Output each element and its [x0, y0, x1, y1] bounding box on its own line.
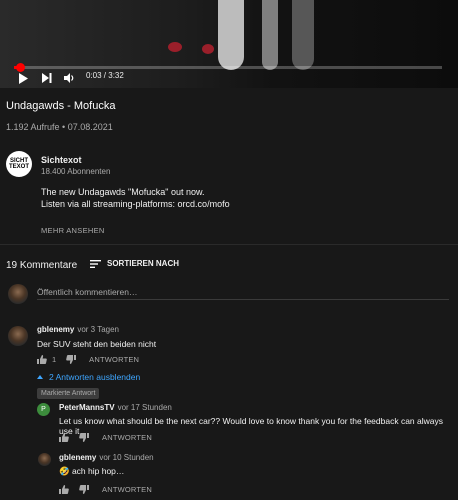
reply-timestamp[interactable]: vor 10 Stunden: [99, 453, 153, 462]
comment-author-line: gblenemy vor 3 Tagen: [37, 325, 119, 334]
video-frame-shape: [292, 0, 314, 70]
comment-count: 19 Kommentare: [6, 260, 78, 271]
next-icon: [42, 73, 52, 83]
progress-scrubber[interactable]: [16, 63, 26, 72]
like-count: 1: [52, 355, 57, 364]
reply-button[interactable]: ANTWORTEN: [102, 433, 152, 442]
progress-bar[interactable]: [14, 63, 442, 72]
thumbs-up-icon: [59, 433, 69, 442]
reply-actions: ANTWORTEN: [59, 485, 152, 494]
comment-avatar[interactable]: [8, 326, 28, 346]
reply-author-line: PeterMannsTV vor 17 Stunden: [59, 403, 172, 412]
dislike-button[interactable]: [66, 355, 77, 364]
user-avatar: [8, 284, 28, 304]
comment-input[interactable]: Öffentlich kommentieren…: [37, 287, 137, 297]
volume-icon: [64, 73, 74, 83]
time-display: 0:03 / 3:32: [86, 71, 124, 80]
like-button[interactable]: [59, 485, 69, 494]
thumbs-up-icon: [37, 355, 47, 364]
description-line: Listen via all streaming-platforms: orcd…: [41, 199, 230, 209]
subscriber-count: 18.400 Abonnenten: [41, 167, 111, 176]
description-line: The new Undagawds "Mofucka" out now.: [41, 187, 205, 197]
thumbs-down-icon: [79, 485, 89, 494]
sort-label: SORTIEREN NACH: [107, 259, 180, 268]
like-button[interactable]: [59, 433, 69, 442]
thumbs-up-icon: [59, 485, 69, 494]
pinned-reply-badge: Markierte Antwort: [37, 388, 100, 399]
reply-button[interactable]: ANTWORTEN: [102, 485, 152, 494]
comment-actions: 1 ANTWORTEN: [37, 355, 139, 364]
show-more-button[interactable]: MEHR ANSEHEN: [41, 226, 105, 235]
video-player[interactable]: 0:03 / 3:32: [0, 0, 458, 88]
video-frame-shape: [202, 44, 214, 54]
like-button[interactable]: [37, 355, 47, 364]
thumbs-down-icon: [79, 433, 89, 442]
comment-text: Der SUV steht den beiden nicht: [37, 339, 157, 349]
dislike-button[interactable]: [79, 485, 89, 494]
play-button[interactable]: [18, 72, 28, 84]
channel-avatar[interactable]: SICHT TEXOT: [6, 151, 32, 177]
channel-logo-text: SICHT TEXOT: [8, 158, 29, 170]
reply-text: 🤣 ach hip hop…: [59, 466, 125, 476]
dislike-button[interactable]: [79, 433, 89, 442]
reply-actions: ANTWORTEN: [59, 433, 152, 442]
chevron-up-icon: [37, 375, 43, 379]
video-title: Undagawds - Mofucka: [6, 100, 116, 112]
comment-input-underline: [37, 299, 449, 300]
hide-replies-button[interactable]: 2 Antworten ausblenden: [37, 372, 140, 382]
divider: [0, 244, 458, 245]
reply-button[interactable]: ANTWORTEN: [89, 355, 139, 364]
hide-replies-label: 2 Antworten ausblenden: [49, 372, 141, 382]
thumbs-down-icon: [66, 355, 77, 364]
play-icon: [19, 72, 28, 84]
comment-timestamp[interactable]: vor 3 Tagen: [77, 325, 119, 334]
sort-icon: [90, 259, 101, 268]
reply-avatar[interactable]: [38, 453, 51, 466]
sort-button[interactable]: SORTIEREN NACH: [90, 259, 179, 268]
video-meta: 1.192 Aufrufe • 07.08.2021: [6, 122, 113, 132]
video-frame-shape: [218, 0, 244, 70]
video-frame-shape: [168, 42, 182, 52]
reply-avatar[interactable]: P: [37, 403, 50, 416]
comment-author[interactable]: gblenemy: [37, 325, 74, 334]
reply-author[interactable]: gblenemy: [59, 453, 96, 462]
reply-author-line: gblenemy vor 10 Stunden: [59, 453, 154, 462]
next-button[interactable]: [42, 72, 52, 84]
video-frame-shape: [262, 0, 278, 70]
reply-timestamp[interactable]: vor 17 Stunden: [118, 403, 172, 412]
volume-button[interactable]: [64, 72, 75, 84]
reply-author[interactable]: PeterMannsTV: [59, 403, 115, 412]
video-description: The new Undagawds "Mofucka" out now. Lis…: [41, 186, 230, 210]
avatar-letter: P: [41, 406, 46, 413]
channel-name[interactable]: Sichtexot: [41, 155, 82, 165]
